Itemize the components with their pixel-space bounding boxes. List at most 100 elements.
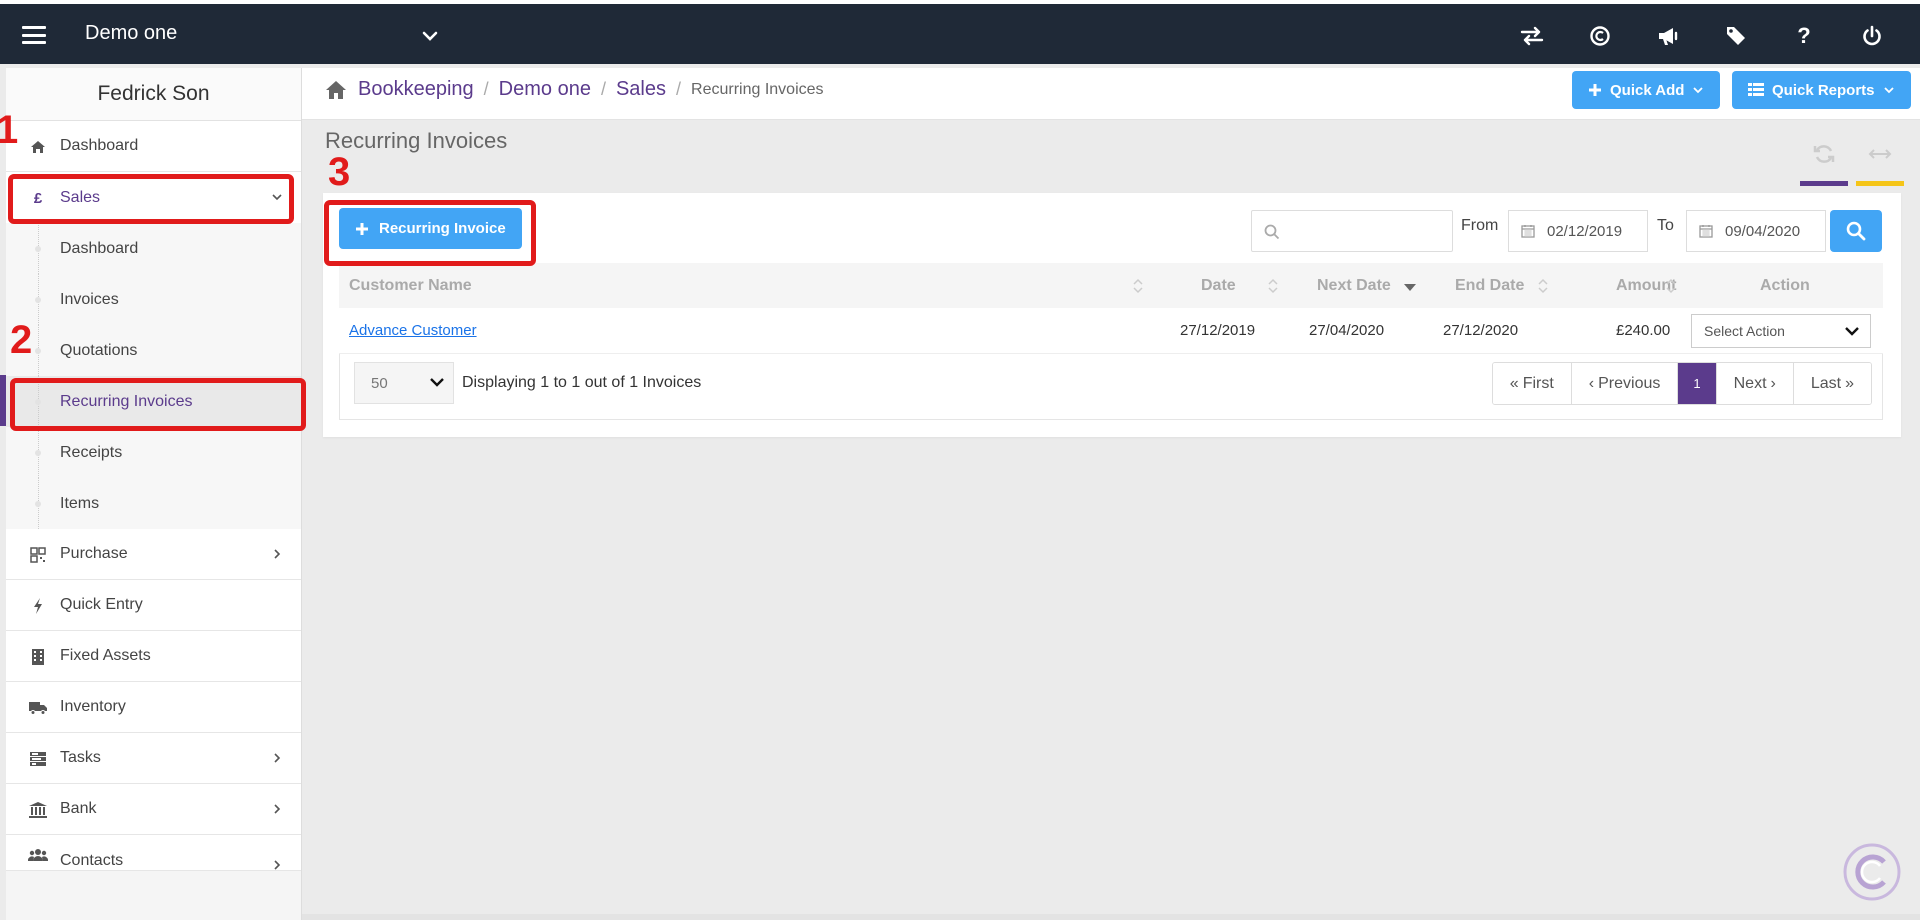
hamburger-menu-icon[interactable] xyxy=(22,26,46,44)
breadcrumb-separator: / xyxy=(676,79,682,99)
search-input[interactable] xyxy=(1286,219,1446,243)
quick-add-button[interactable]: Quick Add xyxy=(1572,71,1721,109)
sort-desc-icon[interactable] xyxy=(1404,284,1416,292)
column-label: Date xyxy=(1201,277,1236,294)
column-end-date[interactable]: End Date xyxy=(1455,277,1524,295)
chevron-right-icon xyxy=(274,549,281,559)
sort-icon[interactable] xyxy=(1132,277,1144,295)
page-size-select[interactable]: 50 xyxy=(354,362,454,404)
pagination: «First ‹ Previous 1 Next › Last» xyxy=(1491,362,1872,405)
annotation-number-3: 3 xyxy=(328,150,351,194)
sidebar-item-inventory[interactable]: Inventory xyxy=(6,682,301,733)
page-first-label: First xyxy=(1522,374,1554,392)
annotation-number-2: 2 xyxy=(10,318,33,362)
sidebar-sub-label: Quotations xyxy=(60,341,138,359)
transfer-icon[interactable] xyxy=(1498,18,1566,54)
sidebar-item-tasks[interactable]: Tasks xyxy=(6,733,301,784)
sidebar-sub-receipts[interactable]: Receipts xyxy=(6,427,301,478)
expand-horizontal-icon[interactable] xyxy=(1856,134,1904,186)
sidebar-item-dashboard[interactable]: Dashboard xyxy=(6,121,301,172)
sidebar-item-contacts[interactable]: Contacts xyxy=(6,835,301,871)
sort-icon[interactable] xyxy=(1537,277,1549,295)
sidebar-item-label: Fixed Assets xyxy=(60,647,151,664)
customer-link[interactable]: Advance Customer xyxy=(349,322,477,339)
search-icon xyxy=(1264,224,1280,240)
breadcrumb-demo-one[interactable]: Demo one xyxy=(499,78,591,101)
plus-icon xyxy=(356,222,368,235)
quick-reports-button[interactable]: Quick Reports xyxy=(1732,71,1911,109)
sidebar-sub-label: Invoices xyxy=(60,290,119,308)
bottom-strip xyxy=(302,914,1920,920)
bank-icon xyxy=(28,800,48,820)
action-select[interactable]: Select Action xyxy=(1691,314,1871,348)
breadcrumb-current: Recurring Invoices xyxy=(691,80,824,98)
sidebar-item-label: Dashboard xyxy=(60,137,139,154)
help-icon[interactable]: ? xyxy=(1770,18,1838,54)
chevron-down-icon xyxy=(272,194,282,201)
search-button[interactable] xyxy=(1830,210,1882,252)
company-name[interactable]: Demo one xyxy=(85,22,177,45)
page-last-button[interactable]: Last» xyxy=(1793,363,1871,404)
to-date-field[interactable]: 09/04/2020 xyxy=(1686,210,1826,252)
sidebar-item-quick-entry[interactable]: Quick Entry xyxy=(6,580,301,631)
megaphone-icon[interactable] xyxy=(1634,18,1702,54)
breadcrumb-bar: Bookkeeping / Demo one / Sales / Recurri… xyxy=(302,68,1920,120)
page-title: Recurring Invoices xyxy=(325,128,508,153)
sidebar: Fedrick Son Dashboard £ Sales Dashboard … xyxy=(6,68,302,920)
refresh-icon[interactable] xyxy=(1800,134,1848,186)
ticket-icon[interactable] xyxy=(1702,18,1770,54)
chevron-down-icon[interactable] xyxy=(420,26,440,46)
add-recurring-invoice-button[interactable]: Recurring Invoice xyxy=(339,208,522,249)
chevron-right-icon xyxy=(274,753,281,763)
column-next-date[interactable]: Next Date xyxy=(1317,277,1391,295)
home-icon[interactable] xyxy=(324,79,348,101)
sort-icon[interactable] xyxy=(1665,277,1677,295)
top-icon-group: ? xyxy=(1498,18,1906,54)
sidebar-item-label: Quick Entry xyxy=(60,596,143,613)
sidebar-sub-quotations[interactable]: Quotations xyxy=(6,325,301,376)
currency-c-icon[interactable] xyxy=(1566,18,1634,54)
search-icon xyxy=(1846,221,1866,241)
recurring-invoices-panel: Recurring Invoice From 02/12/2019 To 09/… xyxy=(323,193,1901,437)
title-tools xyxy=(1800,134,1904,186)
page-1-button[interactable]: 1 xyxy=(1678,363,1717,404)
breadcrumb-separator: / xyxy=(600,79,606,99)
from-label: From xyxy=(1461,217,1499,234)
chevron-left-icon: ‹ xyxy=(1588,374,1595,392)
to-date-value: 09/04/2020 xyxy=(1725,222,1801,240)
column-date[interactable]: Date xyxy=(1201,277,1236,295)
page-next-button[interactable]: Next › xyxy=(1716,363,1794,404)
chevron-right-icon xyxy=(274,860,281,870)
sidebar-item-sales[interactable]: £ Sales xyxy=(6,172,301,223)
table-header: Customer Name Date Next Date End Date Am… xyxy=(339,263,1883,308)
invoices-table: Customer Name Date Next Date End Date Am… xyxy=(339,263,1883,420)
sidebar-item-fixed-assets[interactable]: Fixed Assets xyxy=(6,631,301,682)
page-previous-label: Previous xyxy=(1598,374,1661,392)
from-date-field[interactable]: 02/12/2019 xyxy=(1508,210,1648,252)
truck-icon xyxy=(28,698,48,718)
sidebar-sub-dashboard[interactable]: Dashboard xyxy=(6,223,301,274)
breadcrumb-sales[interactable]: Sales xyxy=(616,78,666,101)
calendar-icon xyxy=(1699,225,1713,238)
sidebar-sub-recurring-invoices[interactable]: Recurring Invoices xyxy=(6,376,301,427)
cell-amount: £240.00 xyxy=(1616,322,1671,339)
page-first-button[interactable]: «First xyxy=(1492,363,1572,404)
sidebar-item-label: Sales xyxy=(60,188,101,206)
sidebar-item-bank[interactable]: Bank xyxy=(6,784,301,835)
double-chevron-left-icon: « xyxy=(1509,374,1519,392)
sidebar-sub-invoices[interactable]: Invoices xyxy=(6,274,301,325)
bolt-icon xyxy=(28,596,48,616)
quick-add-label: Quick Add xyxy=(1610,81,1685,99)
plus-icon xyxy=(1589,84,1601,96)
sidebar-sub-items[interactable]: Items xyxy=(6,478,301,529)
search-field[interactable] xyxy=(1251,210,1453,252)
breadcrumb: Bookkeeping / Demo one / Sales / Recurri… xyxy=(324,78,824,101)
sort-icon[interactable] xyxy=(1267,277,1279,295)
column-customer-name[interactable]: Customer Name xyxy=(349,277,472,295)
breadcrumb-bookkeeping[interactable]: Bookkeeping xyxy=(358,78,474,101)
table-footer: 50 Displaying 1 to 1 out of 1 Invoices «… xyxy=(339,354,1883,420)
sidebar-item-purchase[interactable]: Purchase xyxy=(6,529,301,580)
page-previous-button[interactable]: ‹ Previous xyxy=(1571,363,1679,404)
power-icon[interactable] xyxy=(1838,18,1906,54)
to-label: To xyxy=(1657,217,1674,234)
